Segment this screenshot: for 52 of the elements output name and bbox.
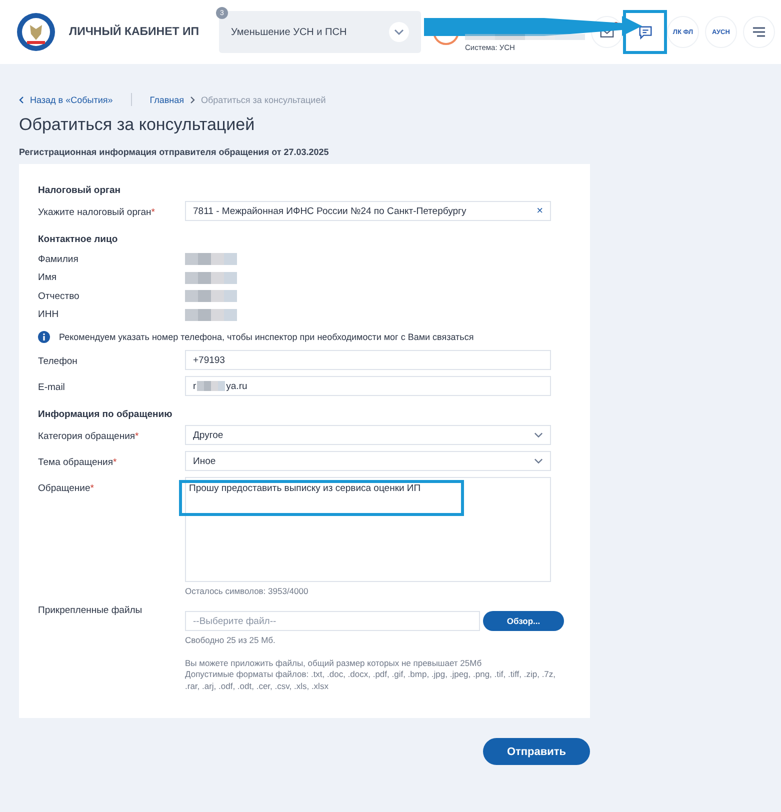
section-heading: Налоговый орган xyxy=(38,184,122,198)
chevron-down-icon xyxy=(534,458,543,464)
select-field[interactable]: Иное xyxy=(185,451,551,471)
menu-icon xyxy=(752,26,766,38)
input-field[interactable]: +79193 xyxy=(185,350,551,370)
field-label: Телефон xyxy=(38,355,78,367)
breadcrumb-link[interactable]: Главная xyxy=(150,94,184,104)
menu-button[interactable] xyxy=(743,16,775,48)
select-field[interactable]: 7811 - Межрайонная ИФНС России №24 по Санкт-Петербургу × xyxy=(185,201,551,221)
section-heading: Контактное лицо xyxy=(38,233,119,247)
emblem-logo xyxy=(16,12,56,52)
character-counter: Осталось символов: 3953/4000 xyxy=(185,586,310,598)
input-field[interactable]: r ya.ru xyxy=(185,376,551,396)
field-label: Категория обращения* xyxy=(38,430,140,442)
message-text: Прошу предоставить выписку из сервиса оценки ИП xyxy=(182,483,461,513)
redaction-block xyxy=(185,308,237,321)
chevron-right-icon xyxy=(190,96,195,104)
required-mark: * xyxy=(151,207,155,218)
section-subtitle: Регистрационная информация отправителя обращения от 27.03.2025 xyxy=(19,147,330,157)
chevron-down-icon xyxy=(534,432,543,438)
field-label: Имя xyxy=(38,272,58,284)
page-title: Обратиться за консультацией xyxy=(19,115,256,135)
submit-button[interactable]: Отправить xyxy=(483,738,590,766)
required-mark: * xyxy=(113,457,117,468)
field-label: E-mail xyxy=(38,381,66,393)
info-text: Рекомендуем указать номер телефона, чтобы инспектор при необходимости мог с Вами связаться xyxy=(59,332,474,342)
redaction-block xyxy=(197,381,226,391)
file-note: Допустимые форматы файлов: .txt, .doc, .docx, .pdf, .gif, .bmp, .jpg, .jpeg, .png, .tif, .tiff, .zip, .7z, .rar, .arj, .odf, .odt, .cer, .csv, .xls, .xlsx xyxy=(185,669,557,692)
select-field[interactable]: Другое xyxy=(185,425,551,445)
chevron-left-icon xyxy=(19,96,24,104)
clear-button[interactable]: × xyxy=(536,205,543,217)
section-heading: Информация по обращению xyxy=(38,408,174,422)
field-label: Отчество xyxy=(38,290,80,302)
free-space-text: Свободно 25 из 25 Мб. xyxy=(185,635,276,647)
field-label: Фамилия xyxy=(38,254,80,265)
required-mark: * xyxy=(135,431,139,442)
field-label: Прикрепленные файлы xyxy=(38,604,144,616)
back-link[interactable]: Назад в «События» xyxy=(30,94,113,104)
site-title: ЛИЧНЫЙ КАБИНЕТ ИП xyxy=(69,26,200,38)
redaction-block xyxy=(185,272,237,284)
field-label: Укажите налоговый орган* xyxy=(38,206,156,218)
chat-icon xyxy=(638,24,652,40)
browse-button[interactable]: Обзор... xyxy=(483,611,564,632)
file-note: Вы можете приложить файлы, общий размер которых не превышает 25Мб xyxy=(185,658,483,670)
redaction-block xyxy=(185,290,237,302)
field-label: ИНН xyxy=(38,309,60,320)
info-icon xyxy=(38,331,50,343)
required-mark: * xyxy=(90,483,94,494)
redaction-block xyxy=(185,253,237,266)
field-label: Тема обращения* xyxy=(38,456,118,468)
field-label: Обращение* xyxy=(38,482,95,494)
chevron-down-icon xyxy=(389,22,409,42)
